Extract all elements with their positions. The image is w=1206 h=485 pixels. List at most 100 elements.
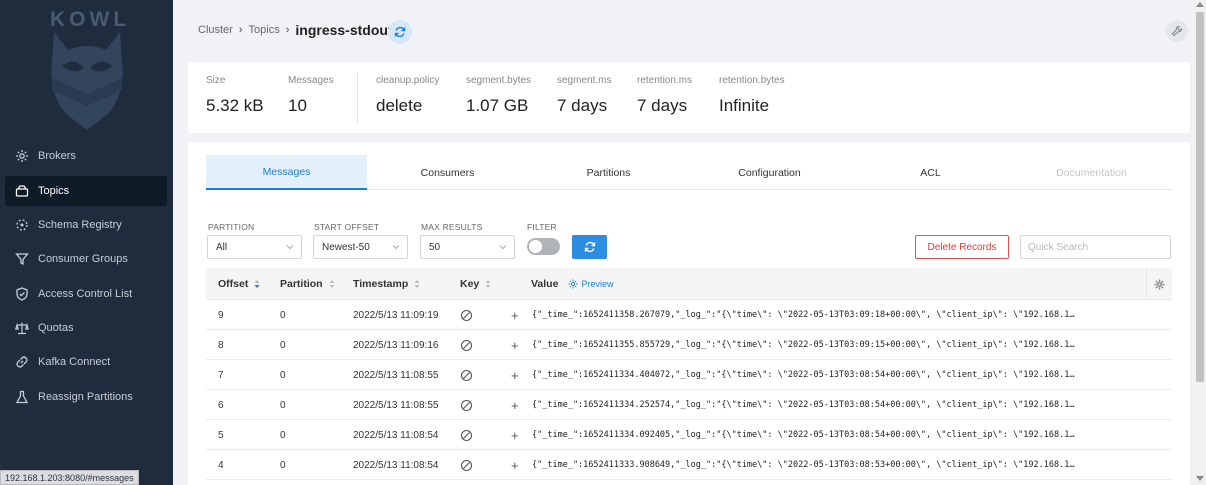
app-logo-text: KOWL <box>50 8 131 31</box>
scroll-down-icon[interactable] <box>1196 476 1204 481</box>
sidebar-item-topics[interactable]: Topics <box>5 176 167 206</box>
cell-offset: 6 <box>218 399 224 411</box>
tab-acl[interactable]: ACL <box>850 155 1011 190</box>
cell-offset: 5 <box>218 429 224 441</box>
breadcrumb-topics-link[interactable]: Topics <box>249 24 280 36</box>
delete-records-button[interactable]: Delete Records <box>915 235 1009 259</box>
tab-configuration[interactable]: Configuration <box>689 155 850 190</box>
start-offset-select[interactable]: Newest-50 <box>313 235 408 259</box>
status-bar-url: 192.168.1.203:8080/#messages <box>0 470 139 485</box>
refresh-messages-button[interactable] <box>572 235 607 259</box>
sort-icon <box>485 280 491 288</box>
cell-offset: 4 <box>218 459 224 471</box>
column-settings-button[interactable] <box>1146 268 1172 300</box>
cell-timestamp: 2022/5/13 11:08:55 <box>353 399 439 411</box>
chevron-down-icon <box>286 245 294 250</box>
refresh-icon <box>584 241 595 253</box>
column-header-label: Value <box>531 278 559 290</box>
table-row[interactable]: 5 0 2022/5/13 11:08:54 + {"_time_":16524… <box>206 420 1172 450</box>
sidebar-item-schema-registry[interactable]: Schema Registry <box>5 210 167 240</box>
cell-partition: 0 <box>280 369 286 381</box>
gear-icon <box>1154 279 1165 289</box>
sidebar-item-brokers[interactable]: Brokers <box>5 141 167 171</box>
column-header-label: Offset <box>218 278 249 290</box>
tab-documentation: Documentation <box>1056 166 1127 179</box>
max-results-select[interactable]: 50 <box>420 235 515 259</box>
stat-label: Size <box>206 75 226 86</box>
sidebar-item-access-control-list[interactable]: Access Control List <box>5 279 167 309</box>
column-header-offset[interactable]: Offset <box>218 268 260 300</box>
stat-value: 1.07 GB <box>466 96 529 115</box>
preview-settings-link[interactable]: Preview <box>568 279 613 289</box>
cell-value: {"_time_":1652411333.908649,"_log_":"{\"… <box>532 460 1075 470</box>
cell-timestamp: 2022/5/13 11:08:55 <box>353 369 439 381</box>
sort-icon <box>329 280 335 288</box>
sidebar-item-quotas[interactable]: Quotas <box>5 313 167 343</box>
null-key-icon <box>460 300 473 330</box>
cell-partition: 0 <box>280 429 286 441</box>
quick-search-input[interactable] <box>1020 235 1171 259</box>
sidebar-item-reassign-partitions[interactable]: Reassign Partitions <box>5 382 167 412</box>
cell-value: {"_time_":1652411358.267079,"_log_":"{\"… <box>532 310 1075 320</box>
sidebar-item-label: Topics <box>38 185 70 197</box>
funnel-icon <box>15 253 29 266</box>
table-row[interactable]: 8 0 2022/5/13 11:09:16 + {"_time_":16524… <box>206 330 1172 360</box>
breadcrumb-separator-icon: › <box>238 24 243 36</box>
expand-row-icon[interactable]: + <box>511 450 519 480</box>
null-key-icon <box>460 390 473 420</box>
tools-button[interactable] <box>1166 20 1188 42</box>
partition-select[interactable]: All <box>207 235 302 259</box>
stat-messages: Messages 10 <box>288 75 334 116</box>
expand-row-icon[interactable]: + <box>511 390 519 420</box>
column-header-partition[interactable]: Partition <box>280 268 335 300</box>
cell-partition: 0 <box>280 399 286 411</box>
topic-details-card: Messages Consumers Partitions Configurat… <box>188 142 1190 485</box>
stat-label: cleanup.policy <box>376 75 440 86</box>
filter-toggle[interactable] <box>527 238 560 255</box>
sidebar-item-consumer-groups[interactable]: Consumer Groups <box>5 244 167 274</box>
null-key-icon <box>460 330 473 360</box>
stats-divider <box>357 72 358 124</box>
refresh-topic-button[interactable] <box>388 20 412 44</box>
stat-label: Messages <box>288 75 334 86</box>
table-row[interactable]: 4 0 2022/5/13 11:08:54 + {"_time_":16524… <box>206 450 1172 480</box>
stat-value: 5.32 kB <box>206 96 264 115</box>
tab-partitions[interactable]: Partitions <box>528 155 689 190</box>
stat-label: retention.bytes <box>719 75 785 86</box>
stat-value: 7 days <box>637 96 688 115</box>
sidebar: KOWL Brokers Topics Schema Registry Cons… <box>0 0 173 485</box>
table-row[interactable]: 9 0 2022/5/13 11:09:19 + {"_time_":16524… <box>206 300 1172 330</box>
column-header-label: Timestamp <box>353 278 409 290</box>
page-scrollbar[interactable] <box>1194 0 1206 485</box>
cell-timestamp: 2022/5/13 11:09:19 <box>353 309 439 321</box>
table-row[interactable]: 6 0 2022/5/13 11:08:55 + {"_time_":16524… <box>206 390 1172 420</box>
sort-desc-icon <box>254 280 260 288</box>
cell-value: {"_time_":1652411334.404072,"_log_":"{\"… <box>532 370 1075 380</box>
expand-row-icon[interactable]: + <box>511 300 519 330</box>
null-key-icon <box>460 450 473 480</box>
table-row[interactable]: 7 0 2022/5/13 11:08:55 + {"_time_":16524… <box>206 360 1172 390</box>
stat-retention-ms: retention.ms 7 days <box>637 75 692 116</box>
link-icon <box>16 356 28 368</box>
sidebar-item-kafka-connect[interactable]: Kafka Connect <box>5 347 167 377</box>
sidebar-item-label: Schema Registry <box>38 219 122 231</box>
expand-row-icon[interactable]: + <box>511 360 519 390</box>
page-title: ingress-stdout <box>295 22 393 38</box>
column-header-timestamp[interactable]: Timestamp <box>353 268 420 300</box>
gear-icon <box>568 279 578 289</box>
start-offset-label: START OFFSET <box>314 222 380 232</box>
toggle-knob <box>529 240 542 253</box>
preview-label: Preview <box>581 279 614 289</box>
expand-row-icon[interactable]: + <box>511 330 519 360</box>
scrollbar-thumb[interactable] <box>1196 12 1204 382</box>
breadcrumb-cluster-link[interactable]: Cluster <box>198 24 233 36</box>
stat-label: segment.bytes <box>466 75 532 86</box>
scroll-up-icon[interactable] <box>1196 2 1204 7</box>
sort-icon <box>414 280 420 288</box>
stat-value: 7 days <box>557 96 608 115</box>
tab-messages[interactable]: Messages <box>206 155 367 190</box>
column-header-key[interactable]: Key <box>460 268 491 300</box>
column-header-label: Key <box>460 278 480 290</box>
expand-row-icon[interactable]: + <box>511 420 519 450</box>
tab-consumers[interactable]: Consumers <box>367 155 528 190</box>
